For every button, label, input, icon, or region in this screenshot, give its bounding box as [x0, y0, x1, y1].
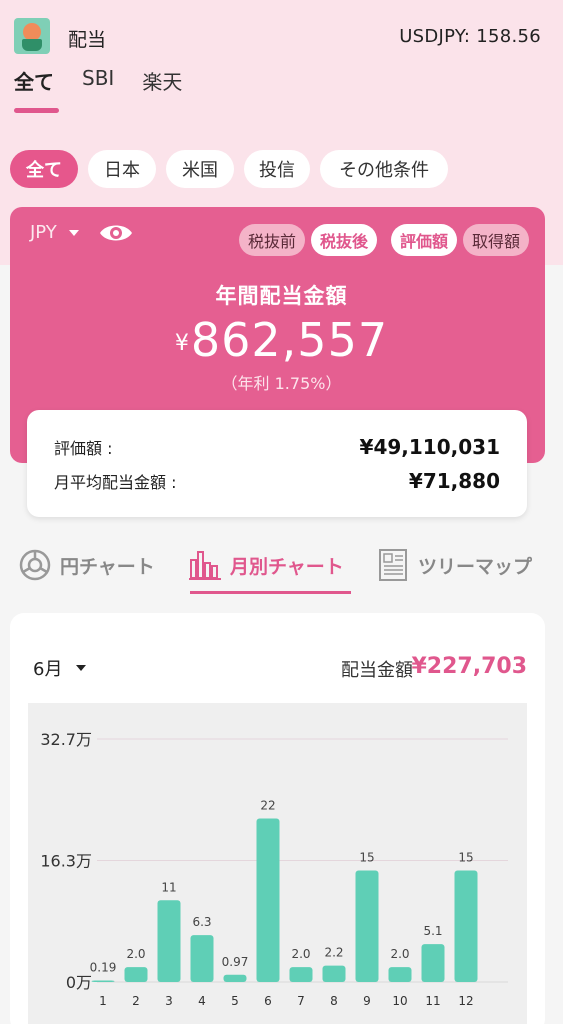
currency-label: JPY — [30, 222, 57, 243]
bar-value-label: 22 — [260, 799, 275, 813]
x-tick-label: 12 — [458, 994, 473, 1008]
filter-funds[interactable]: 投信 — [244, 150, 310, 188]
bar — [454, 870, 478, 982]
pie-chart-icon — [19, 549, 51, 581]
tab-monthly-chart[interactable]: 月別チャート — [188, 548, 344, 582]
month-select[interactable]: 6月 — [33, 655, 87, 681]
bar — [157, 900, 181, 982]
bar — [322, 965, 346, 982]
account-tabs: 全て SBI 楽天 — [14, 66, 210, 105]
bar-value-label: 6.3 — [192, 915, 211, 929]
x-tick-label: 2 — [132, 994, 140, 1008]
bar — [91, 980, 115, 982]
tab-pie-chart[interactable]: 円チャート — [18, 548, 155, 582]
dividend-amount-value: ¥227,703 — [411, 654, 527, 679]
filter-us[interactable]: 米国 — [166, 150, 234, 188]
tab-rakuten[interactable]: 楽天 — [142, 66, 182, 105]
dividend-amount-label: 配当金額 — [341, 660, 413, 681]
exchange-rate: USDJPY: 158.56 — [399, 26, 541, 47]
tab-treemap[interactable]: ツリーマップ — [378, 548, 532, 582]
tab-monthly-chart-label: 月別チャート — [230, 555, 344, 578]
bar-value-label: 0.97 — [222, 955, 249, 969]
x-tick-label: 8 — [330, 994, 338, 1008]
filter-chips: 全て 日本 米国 投信 その他条件 — [10, 150, 458, 188]
bar — [223, 974, 247, 982]
monthly-dividend-bar-chart: 0万 16.3万 32.7万 0.19 1 2.0 2 11 3 6.3 4 0.97 5 22 6 2.0 7… — [40, 730, 508, 1008]
bar — [124, 967, 148, 982]
x-tick-label: 3 — [165, 994, 173, 1008]
eye-icon[interactable] — [98, 220, 134, 246]
y-tick-label: 32.7万 — [40, 730, 92, 749]
toggle-group: 税抜前 税抜後 評価額 取得額 — [233, 224, 529, 256]
yen-symbol: ¥ — [174, 331, 189, 356]
chevron-down-icon — [76, 665, 87, 671]
app-title: 配当 — [68, 29, 107, 51]
x-tick-label: 6 — [264, 994, 272, 1008]
currency-select[interactable]: JPY — [30, 222, 79, 243]
y-tick-label: 16.3万 — [40, 852, 92, 871]
tab-all[interactable]: 全て — [14, 66, 54, 105]
bar-value-label: 15 — [458, 851, 473, 865]
x-tick-label: 10 — [392, 994, 407, 1008]
bar-value-label: 2.0 — [390, 947, 409, 961]
bar-chart-icon — [189, 551, 221, 580]
tab-treemap-label: ツリーマップ — [418, 555, 533, 578]
bar-value-label: 2.0 — [291, 947, 310, 961]
market-value: ¥49,110,031 — [359, 435, 500, 459]
x-tick-label: 5 — [231, 994, 239, 1008]
bar — [289, 967, 313, 982]
bar-value-label: 0.19 — [90, 961, 117, 975]
bar-value-label: 15 — [359, 851, 374, 865]
treemap-icon — [379, 549, 407, 581]
active-tab-indicator — [14, 108, 59, 113]
filter-all[interactable]: 全て — [10, 150, 78, 188]
month-select-label: 6月 — [33, 659, 63, 680]
x-tick-label: 11 — [425, 994, 440, 1008]
app-logo-icon — [14, 18, 50, 54]
bar — [355, 870, 379, 982]
cost-basis-toggle[interactable]: 取得額 — [462, 224, 529, 256]
tax-after-toggle[interactable]: 税抜後 — [310, 224, 377, 256]
summary-detail-card: 評価額 : ¥49,110,031 月平均配当金額 : ¥71,880 — [27, 410, 527, 517]
market-value-toggle[interactable]: 評価額 — [390, 224, 457, 256]
market-value-row: 評価額 : ¥49,110,031 — [54, 435, 500, 459]
active-chart-tab-indicator — [190, 591, 351, 594]
monthly-average-row: 月平均配当金額 : ¥71,880 — [54, 469, 500, 493]
bar-value-label: 2.2 — [324, 946, 343, 960]
bar-value-label: 5.1 — [423, 924, 442, 938]
tax-before-toggle[interactable]: 税抜前 — [238, 224, 305, 256]
bar-value-label: 2.0 — [126, 947, 145, 961]
annual-dividend-heading: 年間配当金額 — [215, 284, 348, 308]
x-tick-label: 9 — [363, 994, 371, 1008]
market-value-label: 評価額 : — [54, 439, 113, 458]
monthly-average-value: ¥71,880 — [408, 469, 500, 493]
monthly-average-label: 月平均配当金額 : — [54, 473, 177, 492]
tab-pie-chart-label: 円チャート — [60, 555, 155, 578]
x-tick-label: 4 — [198, 994, 206, 1008]
y-tick-label: 0万 — [66, 973, 92, 992]
annual-yield: （年利 1.75%） — [221, 374, 342, 393]
chevron-down-icon — [68, 229, 79, 236]
x-tick-label: 1 — [99, 994, 107, 1008]
bar — [421, 944, 445, 982]
tab-sbi[interactable]: SBI — [82, 66, 114, 105]
annual-dividend-amount: ¥862,557 — [0, 313, 563, 367]
bar — [190, 935, 214, 982]
bar — [388, 967, 412, 982]
bar — [256, 818, 280, 982]
x-tick-label: 7 — [297, 994, 305, 1008]
bar-value-label: 11 — [161, 880, 176, 894]
filter-japan[interactable]: 日本 — [88, 150, 156, 188]
filter-other-conditions[interactable]: その他条件 — [320, 150, 448, 188]
chart-plot-area: 0万 16.3万 32.7万 0.19 1 2.0 2 11 3 6.3 4 0.97 5 22 6 2.0 7… — [28, 703, 527, 1024]
amount-value: 862,557 — [190, 313, 389, 367]
